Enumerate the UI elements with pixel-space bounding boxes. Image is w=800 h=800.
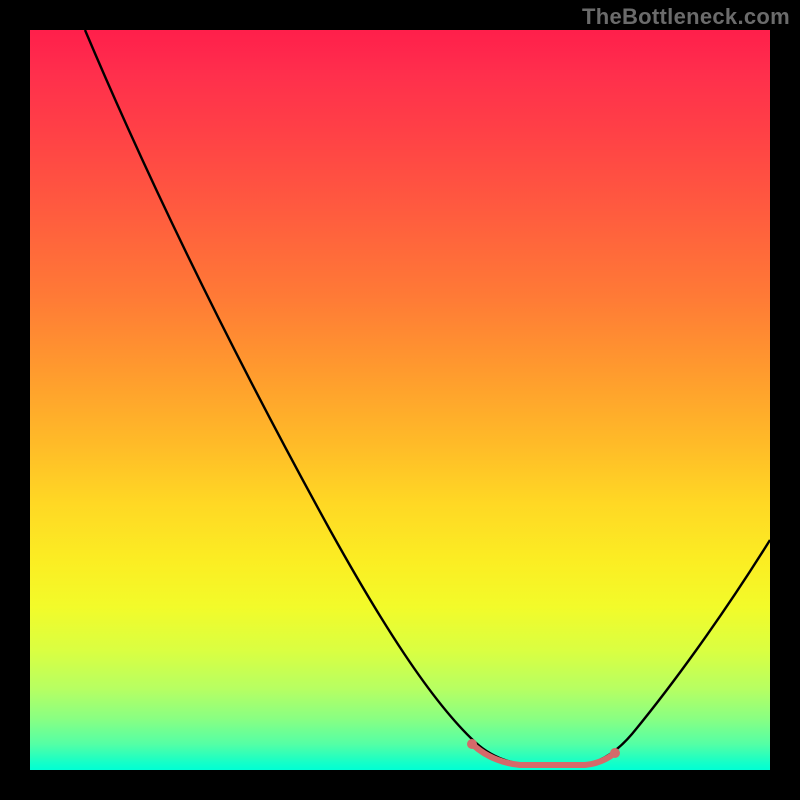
- curve-layer: [30, 30, 770, 770]
- chart-stage: TheBottleneck.com: [0, 0, 800, 800]
- plot-area: [30, 30, 770, 770]
- bottleneck-curve: [85, 30, 770, 765]
- watermark-text: TheBottleneck.com: [582, 4, 790, 30]
- optimal-region-start-dot: [467, 739, 477, 749]
- optimal-region-end-dot: [610, 748, 620, 758]
